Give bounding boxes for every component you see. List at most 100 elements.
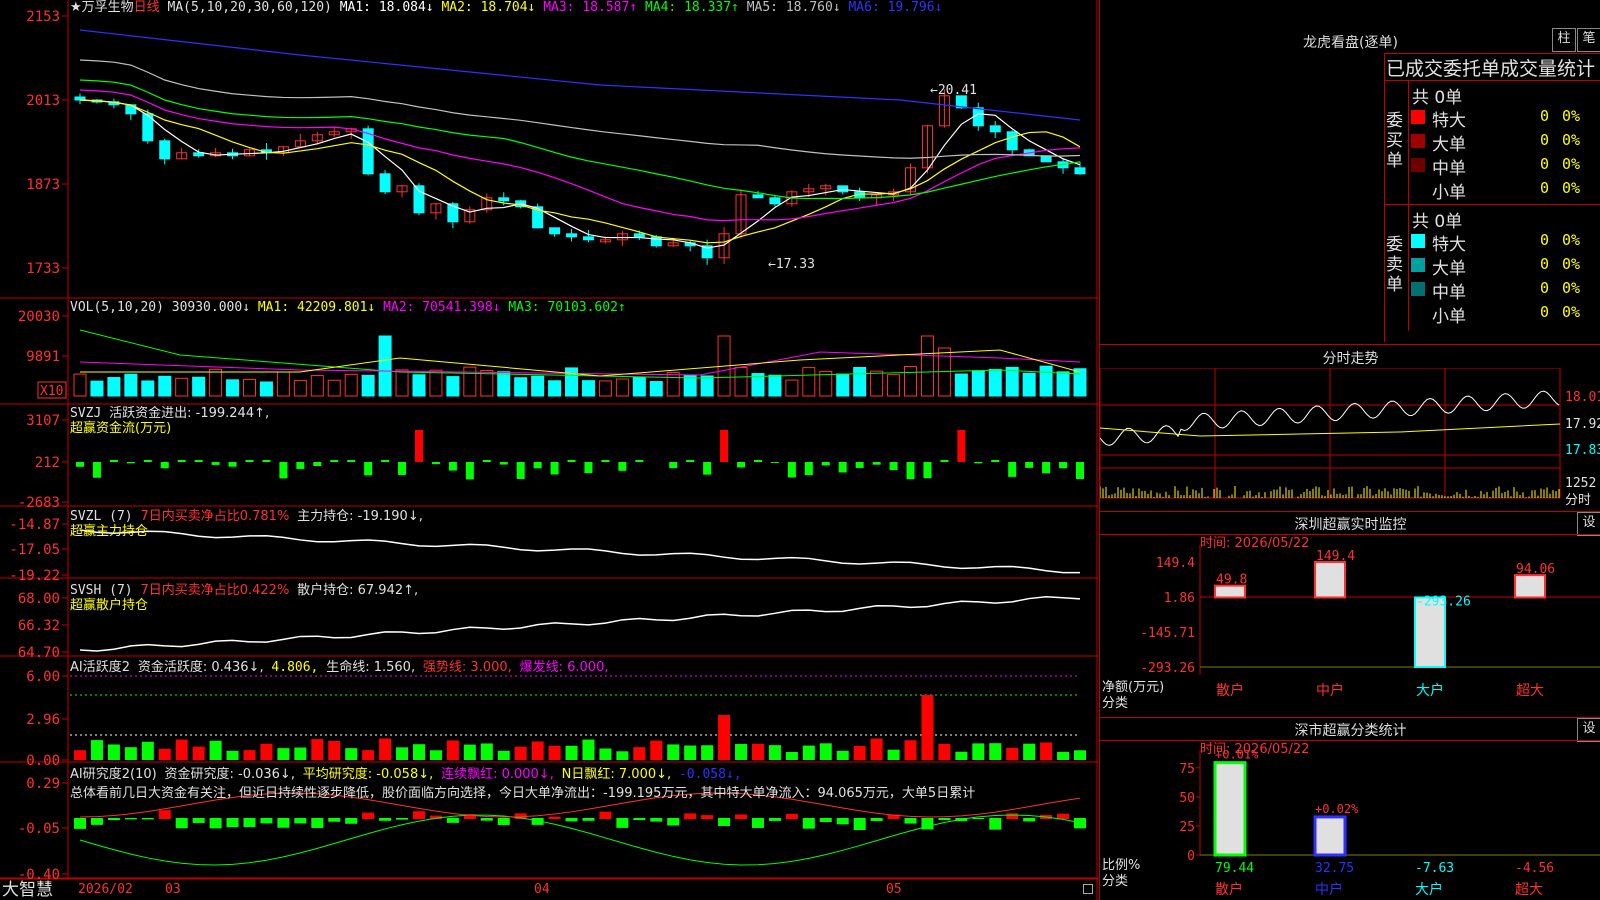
volume-bar bbox=[615, 378, 629, 397]
fund-bar bbox=[618, 462, 627, 471]
research-bar bbox=[412, 811, 425, 819]
fund-bar bbox=[957, 430, 966, 462]
research-bar bbox=[938, 818, 951, 821]
volume-bar bbox=[107, 377, 121, 397]
fenshi-chart[interactable] bbox=[1100, 368, 1600, 513]
fund-bar bbox=[330, 460, 339, 462]
volume-bar bbox=[395, 369, 409, 397]
research-bar bbox=[582, 818, 595, 821]
volume-bar bbox=[514, 377, 528, 397]
volume-bar bbox=[988, 368, 1002, 397]
volume-bar bbox=[1073, 368, 1087, 397]
volume-bar bbox=[344, 373, 358, 397]
activity-bar bbox=[650, 740, 663, 760]
pen-mode-button[interactable]: 笔 bbox=[1577, 28, 1600, 52]
fund-bar bbox=[364, 462, 373, 476]
fund-bar bbox=[804, 462, 813, 476]
color-swatch bbox=[1411, 234, 1425, 248]
bar-mode-button[interactable]: 柱 bbox=[1552, 28, 1576, 52]
volume-bar bbox=[378, 335, 392, 397]
period-label[interactable]: 日线 bbox=[134, 0, 160, 15]
fund-bar bbox=[448, 462, 457, 471]
y-tick-label: -19.22 bbox=[9, 568, 60, 584]
fund-bar bbox=[855, 462, 864, 468]
color-swatch bbox=[1411, 306, 1425, 320]
research-bar bbox=[701, 815, 714, 819]
activity-bar bbox=[379, 738, 392, 760]
fund-bar bbox=[245, 460, 254, 462]
fund-bar bbox=[669, 462, 678, 469]
monitor-value-label: 149.4 bbox=[1316, 549, 1355, 564]
kline-svg[interactable]: 2153 2013 1873 1733 20030 9891 3107 212 -2683 -14… bbox=[0, 0, 1098, 900]
y-tick-label: 0.29 bbox=[26, 776, 60, 792]
vol-ma-value-3: MA3: 70103.602↑ bbox=[508, 300, 626, 315]
fund-bar bbox=[92, 462, 101, 478]
research-bar bbox=[260, 818, 273, 824]
monitor-bar bbox=[1514, 574, 1546, 599]
row-count: 0 bbox=[1539, 107, 1549, 125]
row-count: 0 bbox=[1539, 155, 1549, 173]
lock-icon[interactable] bbox=[1083, 884, 1093, 894]
fenshi-price-0: 18.01 bbox=[1565, 390, 1600, 405]
activity-bar bbox=[396, 747, 409, 760]
fund-bar bbox=[160, 462, 169, 469]
activity-bar bbox=[277, 748, 290, 760]
order-stats-tab[interactable]: 已成交委托单成交量统计 bbox=[1386, 54, 1600, 81]
row-count: 0 bbox=[1539, 279, 1549, 297]
vol-value: 30930.000↓ bbox=[171, 300, 251, 315]
activity-bar bbox=[192, 746, 205, 760]
fund-bar bbox=[499, 462, 508, 465]
volume-bar bbox=[175, 377, 189, 397]
research-bar bbox=[243, 818, 256, 828]
class-value-label: -4.56 bbox=[1515, 861, 1554, 876]
y-tick-label: 1733 bbox=[26, 261, 60, 277]
activity-bar bbox=[107, 744, 120, 760]
fund-bar bbox=[296, 462, 305, 469]
activity-bar bbox=[972, 743, 985, 760]
y-tick-label: 0.00 bbox=[26, 753, 60, 769]
volume-bar bbox=[446, 376, 460, 397]
row-percent: 0% bbox=[1562, 231, 1581, 249]
research-bar bbox=[870, 818, 883, 821]
chart-area[interactable]: 2153 2013 1873 1733 20030 9891 3107 212 -2683 -14… bbox=[0, 0, 1098, 900]
class-y-label: 25 bbox=[1179, 820, 1195, 835]
activity-bar bbox=[463, 744, 476, 760]
fenshi-tag[interactable]: 分时 bbox=[1565, 493, 1591, 509]
volume-bar bbox=[1022, 372, 1036, 397]
research-bar bbox=[446, 818, 459, 823]
activity-bar bbox=[633, 747, 646, 760]
research-bar bbox=[667, 818, 680, 826]
research-bar bbox=[158, 810, 171, 819]
research-bar bbox=[396, 818, 409, 820]
row-percent: 0% bbox=[1562, 179, 1581, 197]
activity-bar bbox=[345, 748, 358, 760]
volume-bar bbox=[548, 380, 562, 397]
activity-bar bbox=[684, 745, 697, 760]
volume-bar bbox=[276, 371, 290, 397]
activity-bar bbox=[751, 743, 764, 760]
activity-bar bbox=[853, 745, 866, 760]
sell-row: 小单 0 0% bbox=[1384, 301, 1600, 327]
row-count: 0 bbox=[1539, 303, 1549, 321]
candle-body bbox=[633, 233, 645, 238]
ma6-line bbox=[79, 29, 1081, 121]
fund-bar bbox=[601, 460, 610, 462]
ai1-c: 生命线: 1.560, bbox=[326, 660, 416, 675]
ai2-c: 连续飘红: 0.000↓, bbox=[441, 767, 554, 782]
monitor-settings-button[interactable]: 设 bbox=[1577, 512, 1600, 536]
volume-bar bbox=[259, 381, 273, 397]
research-bar bbox=[751, 818, 764, 828]
brand-label[interactable]: 大智慧 bbox=[2, 880, 53, 900]
activity-bar bbox=[599, 748, 612, 760]
candle-body bbox=[972, 107, 984, 127]
buy-row: 中单 0 0% bbox=[1384, 153, 1600, 179]
y-tick-label: -14.87 bbox=[9, 517, 60, 533]
class-settings-button[interactable]: 设 bbox=[1577, 718, 1600, 742]
activity-bar bbox=[429, 750, 442, 760]
ai2-summary: 总体看前几日大资金有关注，但近日持续性逐步降低，股价面临方向选择，今日大单净流出… bbox=[70, 786, 976, 801]
volume-bar bbox=[158, 375, 172, 397]
svzl-ratio: 7日内买卖净占比0.781% bbox=[140, 509, 290, 524]
monitor-title: 深圳超赢实时监控 bbox=[1294, 517, 1407, 533]
volume-bar bbox=[209, 368, 223, 397]
class-top-label: +0.01% bbox=[1215, 750, 1259, 762]
